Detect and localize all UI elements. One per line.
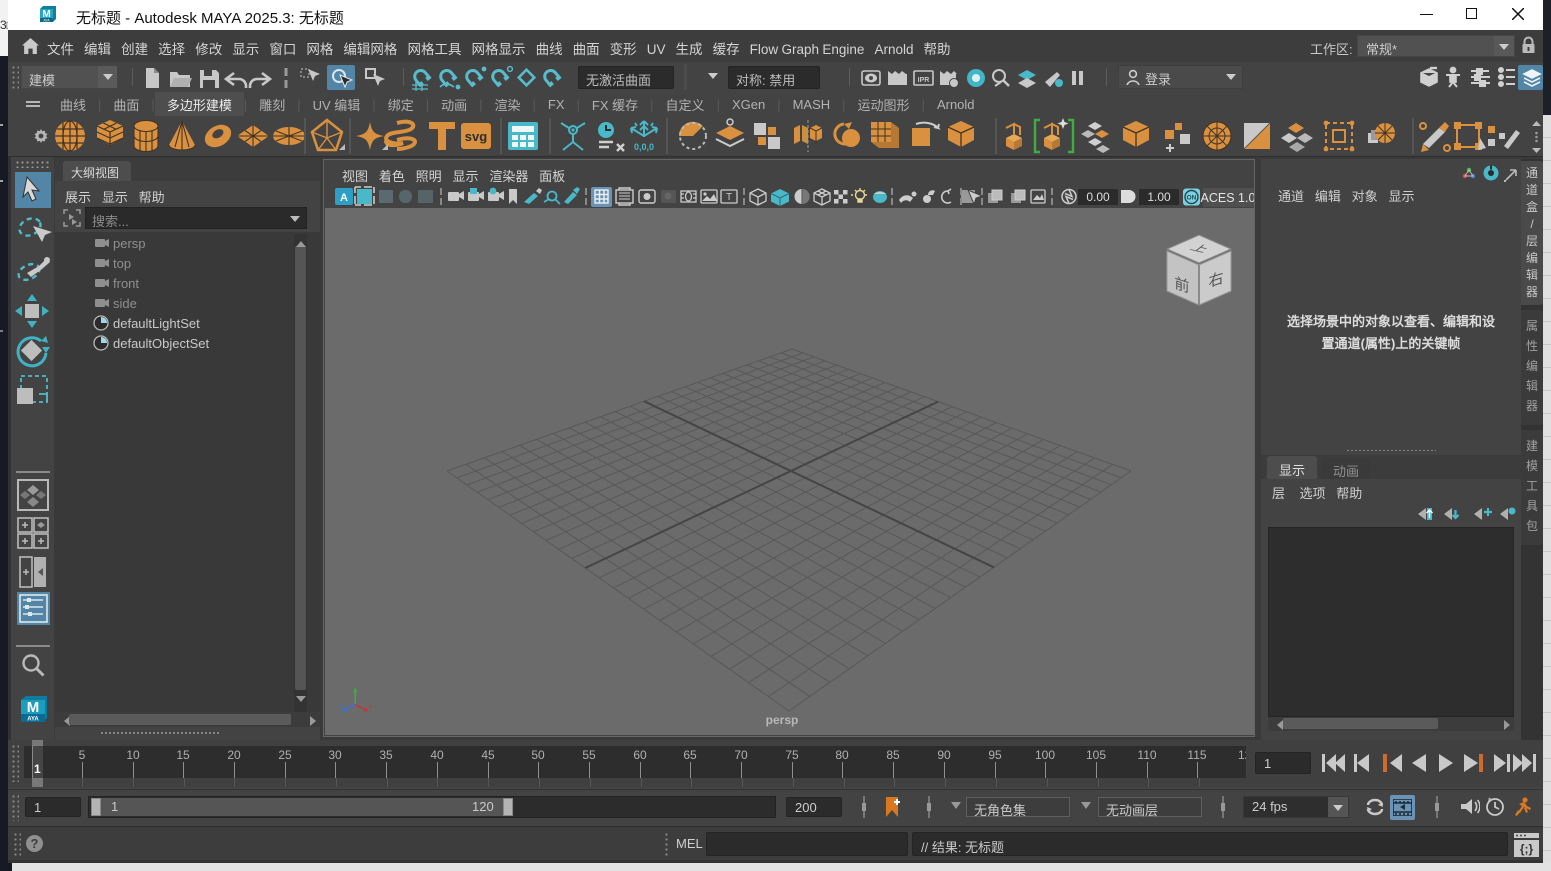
svg-text:z: z [340, 704, 343, 711]
svg-text:side: side [113, 296, 137, 311]
svg-text:0.00: 0.00 [1086, 190, 1110, 204]
svg-text:1.00: 1.00 [1147, 190, 1171, 204]
svg-text:top: top [113, 256, 131, 271]
svg-text:defaultObjectSet: defaultObjectSet [113, 336, 210, 351]
svg-text:ON: ON [1187, 195, 1197, 202]
svg-text:A: A [340, 192, 348, 204]
svg-text:x: x [369, 704, 373, 711]
svg-text:AYA: AYA [44, 18, 51, 22]
svg-text:T: T [726, 192, 732, 203]
svg-text:y: y [354, 687, 358, 694]
svg-text:{;}: {;} [1520, 842, 1534, 856]
svg-text:AYA: AYA [27, 717, 39, 723]
svg-text:IPR: IPR [918, 77, 930, 84]
svg-text:front: front [113, 276, 139, 291]
svg-text:persp: persp [113, 236, 146, 251]
svg-text:defaultLightSet: defaultLightSet [113, 316, 200, 331]
svg-text:ACES 1.0: ACES 1.0 [1201, 191, 1254, 205]
svg-text:M: M [27, 699, 40, 716]
